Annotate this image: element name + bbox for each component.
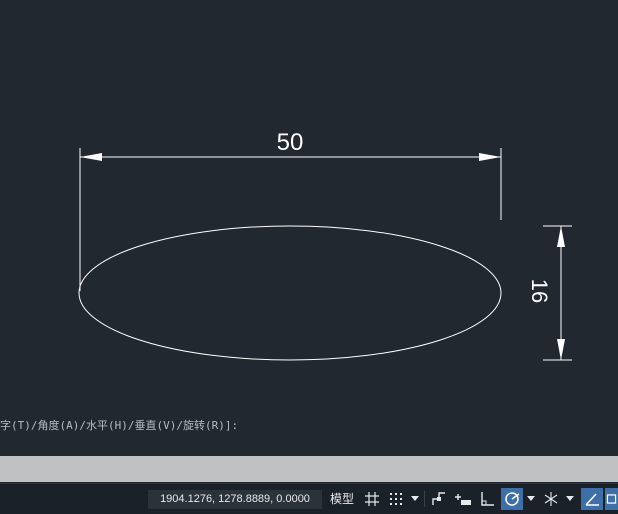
arrowhead-left — [80, 153, 102, 161]
ortho-icon — [481, 492, 494, 506]
grid-icon — [365, 492, 379, 506]
infer-constraints-button[interactable] — [428, 488, 450, 510]
dimension-text-height: 16 — [527, 279, 552, 303]
separator — [424, 491, 425, 507]
dimension-text-width: 50 — [277, 129, 304, 156]
command-input-bar[interactable] — [0, 456, 618, 482]
isodraft-icon — [544, 492, 558, 506]
arrowhead-right — [479, 153, 501, 161]
snap-button[interactable] — [385, 488, 407, 510]
command-prompt-history: 字(T)/角度(A)/水平(H)/垂直(V)/旋转(R)]: — [0, 419, 239, 432]
object-snap-tracking-button[interactable] — [581, 488, 603, 510]
arrowhead-top — [557, 226, 565, 247]
grid-button[interactable] — [361, 488, 383, 510]
coordinates-readout[interactable]: 1904.1276, 1278.8889, 0.0000 — [148, 490, 322, 509]
isodraft-button[interactable] — [540, 488, 562, 510]
arrowhead-bottom — [557, 339, 565, 360]
drawing-canvas[interactable]: 50 16 — [0, 0, 618, 513]
ellipse-shape[interactable] — [78, 225, 502, 361]
object-snap-icon — [606, 494, 617, 504]
snap-dropdown[interactable] — [409, 488, 421, 510]
polar-tracking-dropdown[interactable] — [525, 488, 537, 510]
dynamic-input-button[interactable] — [452, 488, 474, 510]
dimension-width[interactable]: 50 — [79, 129, 502, 291]
status-bar: 1904.1276, 1278.8889, 0.0000 模型 — [0, 483, 618, 514]
model-space-button[interactable]: 模型 — [327, 490, 357, 509]
object-snap-button[interactable] — [605, 488, 618, 510]
chevron-down-icon — [566, 496, 574, 501]
ortho-button[interactable] — [476, 488, 498, 510]
object-snap-tracking-icon — [585, 493, 599, 506]
dimension-height[interactable]: 16 — [527, 225, 572, 361]
snap-icon — [390, 493, 402, 505]
chevron-down-icon — [411, 496, 419, 501]
polar-tracking-button[interactable] — [501, 488, 523, 510]
isodraft-dropdown[interactable] — [564, 488, 576, 510]
infer-constraints-icon — [432, 492, 445, 505]
chevron-down-icon — [527, 496, 535, 501]
dynamic-input-icon — [455, 494, 471, 505]
polar-tracking-icon — [505, 492, 520, 506]
